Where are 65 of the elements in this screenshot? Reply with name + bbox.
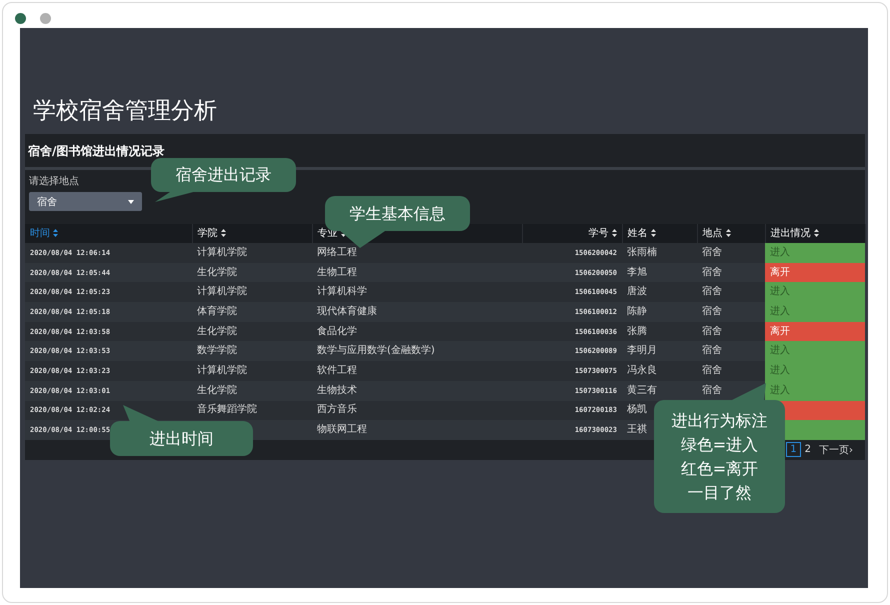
table-cell: 宿舍: [702, 345, 722, 356]
status-cell: 进入: [765, 380, 865, 400]
table-cell: 陈静: [622, 302, 697, 322]
caret-icon: [128, 200, 134, 204]
status-cell: 进入: [765, 282, 865, 302]
table-cell: 宿舍: [702, 326, 722, 337]
table-cell: 宿舍: [702, 364, 722, 376]
table-cell: 西方音乐: [312, 400, 522, 420]
status-cell: 离开: [765, 262, 865, 282]
table-cell: 生化学院: [197, 384, 237, 396]
table-cell: 生物技术: [312, 380, 522, 400]
callout: 进出行为标注 绿色=进入 红色=离开 一目了然: [654, 400, 785, 513]
table-cell: 李明月: [622, 341, 697, 362]
column-header[interactable]: 学号: [522, 224, 622, 243]
table-cell: 音乐舞蹈学院: [197, 404, 257, 416]
page-title: 学校宿舍管理分析: [33, 97, 218, 126]
table-cell: 冯永良: [622, 361, 697, 381]
sort-icon: [612, 228, 616, 237]
column-header[interactable]: 姓名: [622, 224, 697, 243]
table-cell: 物联网工程: [312, 420, 522, 440]
table-cell: 生物工程: [312, 262, 522, 282]
sort-icon: [650, 228, 656, 237]
table-cell: 网络工程: [312, 243, 522, 263]
table-cell: 软件工程: [312, 361, 522, 381]
table-cell: 计算机学院: [197, 246, 247, 258]
table-cell: 宿舍: [702, 286, 722, 298]
window-dot: [15, 13, 26, 24]
column-header[interactable]: 学院: [192, 224, 312, 243]
column-header[interactable]: 时间: [25, 224, 192, 243]
window-dot: [40, 13, 51, 24]
table-cell: 宿舍: [702, 266, 722, 278]
table-cell: 宿舍: [702, 246, 722, 258]
sort-icon: [726, 228, 730, 237]
filter-label: 请选择地点: [29, 176, 79, 188]
table-cell: 数学学院: [197, 345, 237, 356]
status-cell: 进入: [765, 243, 865, 263]
page-link[interactable]: 下一页›: [815, 440, 857, 459]
sort-icon: [814, 228, 818, 237]
table-cell: 计算机学院: [197, 364, 247, 376]
table-cell: 计算机学院: [197, 286, 247, 298]
page-link[interactable]: 2: [800, 442, 815, 458]
status-cell: 离开: [765, 322, 865, 342]
page-link[interactable]: 1: [786, 442, 801, 458]
table-cell: 现代体育健康: [312, 302, 522, 322]
location-select[interactable]: 宿舍: [29, 192, 142, 211]
status-cell: 进入: [765, 302, 865, 322]
status-cell: 进入: [765, 341, 865, 362]
table-cell: 张雨楠: [622, 243, 697, 263]
status-cell: 进入: [765, 361, 865, 381]
table-cell: 计算机科学: [312, 282, 522, 302]
table-cell: 张腾: [622, 322, 697, 342]
table-cell: 数学与应用数学(金融数学): [312, 341, 522, 362]
table-cell: 宿舍: [702, 384, 722, 396]
column-header[interactable]: 地点: [697, 224, 765, 243]
sort-icon: [220, 228, 226, 237]
table-cell: 食品化学: [312, 322, 522, 342]
table-cell: 生化学院: [197, 266, 237, 278]
sort-icon: [53, 228, 58, 237]
table-cell: 唐波: [622, 282, 697, 302]
table-cell: 体育学院: [197, 306, 237, 317]
table-cell: 宿舍: [702, 306, 722, 317]
table-cell: 生化学院: [197, 326, 237, 337]
table-cell: 黄三有: [622, 380, 697, 400]
table-cell: 李旭: [622, 262, 697, 282]
column-header[interactable]: 进出情况: [765, 224, 865, 243]
